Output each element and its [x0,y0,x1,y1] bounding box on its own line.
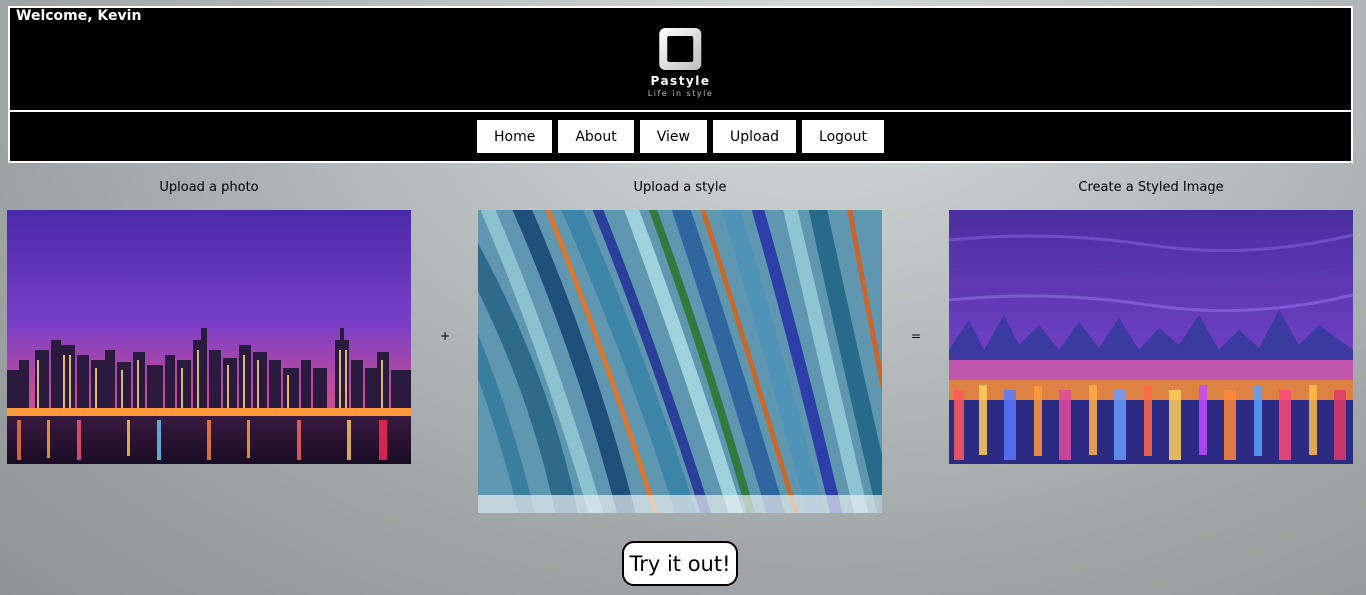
equals-sign: = [911,329,922,343]
styled-image-title: Create a Styled Image [1078,180,1224,195]
welcome-text: Welcome, Kevin [16,8,142,24]
main-nav: Home About View Upload Logout [8,110,1353,163]
style-image[interactable] [478,210,882,513]
content-photo-image[interactable] [7,210,411,464]
nav-home-button[interactable]: Home [477,120,553,153]
logo-square-icon [659,28,702,70]
brand-tagline: Life in style [647,89,714,98]
upload-style-title: Upload a style [633,180,727,195]
nav-upload-button[interactable]: Upload [712,120,797,153]
brand-logo[interactable]: Pastyle Life in style [648,28,713,98]
nav-about-button[interactable]: About [558,120,634,153]
nav-logout-button[interactable]: Logout [802,120,884,153]
try-it-out-button[interactable]: Try it out! [622,541,738,586]
styled-result-image[interactable] [949,210,1353,464]
site-header: Welcome, Kevin Pastyle Life in style [8,6,1353,110]
upload-photo-title: Upload a photo [159,180,259,195]
brand-name: Pastyle [650,74,711,88]
nav-view-button[interactable]: View [639,120,707,153]
plus-sign: + [440,329,451,343]
